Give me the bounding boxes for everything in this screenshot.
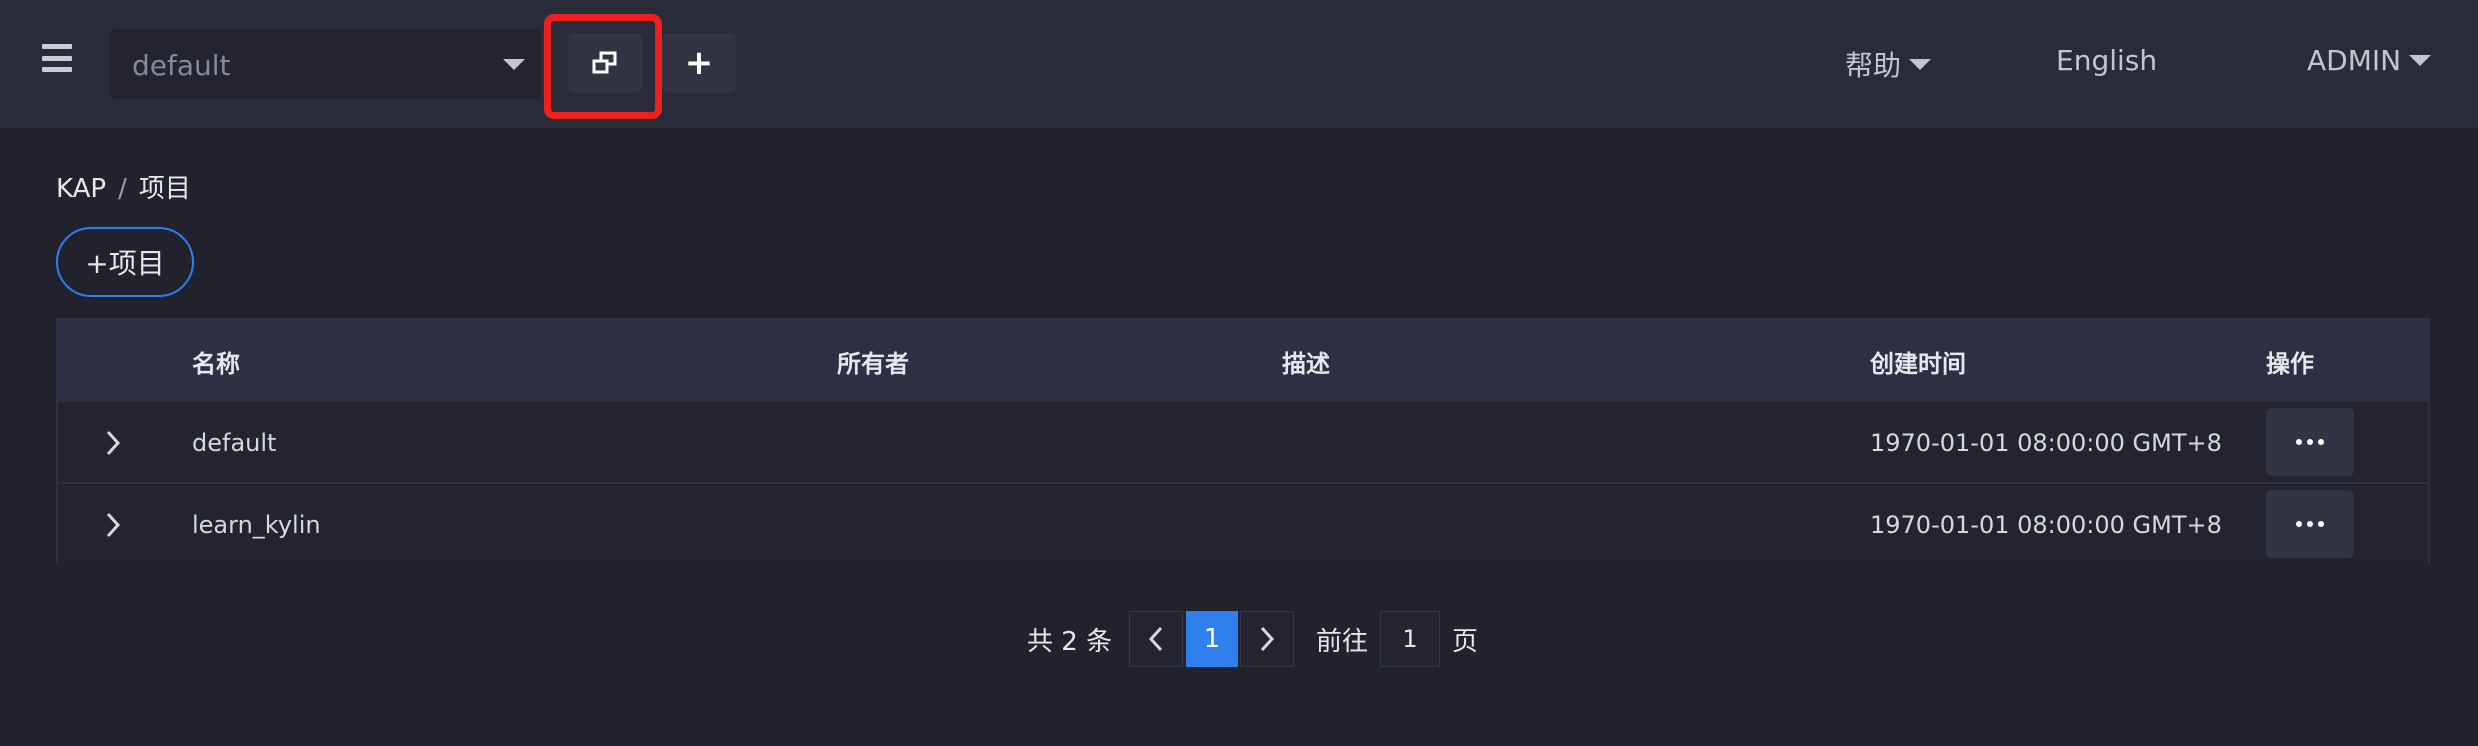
breadcrumb: KAP / 项目 bbox=[56, 168, 191, 205]
column-header-name: 名称 bbox=[192, 350, 240, 378]
row-actions-button[interactable] bbox=[2266, 408, 2354, 476]
table-row: learn_kylin 1970-01-01 08:00:00 GMT+8 bbox=[58, 482, 2428, 564]
row-created: 1970-01-01 08:00:00 GMT+8 bbox=[1870, 511, 2222, 539]
chevron-right-icon[interactable] bbox=[98, 510, 128, 540]
goto-page-input[interactable] bbox=[1380, 611, 1440, 667]
breadcrumb-root[interactable]: KAP bbox=[56, 174, 106, 204]
caret-down-icon bbox=[1909, 58, 1932, 70]
project-table: 名称 所有者 描述 创建时间 操作 default 1970-01-01 08:… bbox=[56, 318, 2430, 564]
row-actions-button[interactable] bbox=[2266, 490, 2354, 558]
chevron-right-icon[interactable] bbox=[98, 428, 128, 458]
user-label: ADMIN bbox=[2307, 44, 2402, 77]
help-label: 帮助 bbox=[1845, 49, 1902, 82]
add-project-button[interactable]: +项目 bbox=[56, 227, 194, 297]
window-switch-icon bbox=[592, 51, 617, 74]
switch-project-button[interactable] bbox=[568, 33, 642, 93]
pagination: 共 2 条 1 前往 页 bbox=[0, 611, 2478, 667]
next-page-button[interactable] bbox=[1240, 611, 1294, 667]
language-label: English bbox=[2056, 44, 2158, 77]
table-row: default 1970-01-01 08:00:00 GMT+8 bbox=[58, 400, 2428, 482]
top-navbar: default + 帮助 English ADMIN bbox=[0, 0, 2478, 128]
row-created: 1970-01-01 08:00:00 GMT+8 bbox=[1870, 429, 2222, 457]
language-switch[interactable]: English bbox=[2056, 44, 2157, 77]
column-header-created: 创建时间 bbox=[1870, 350, 1966, 378]
pagination-total: 共 2 条 bbox=[1027, 627, 1113, 657]
column-header-owner: 所有者 bbox=[837, 350, 909, 378]
project-select[interactable]: default bbox=[111, 29, 541, 99]
caret-down-icon bbox=[503, 59, 525, 70]
goto-label: 前往 bbox=[1316, 627, 1369, 657]
chevron-right-icon bbox=[1260, 626, 1275, 652]
row-name[interactable]: learn_kylin bbox=[192, 511, 321, 539]
hamburger-menu-icon[interactable] bbox=[42, 44, 72, 72]
breadcrumb-current: 项目 bbox=[138, 174, 191, 204]
row-name[interactable]: default bbox=[192, 429, 276, 457]
column-header-actions: 操作 bbox=[2266, 350, 2314, 378]
page-number-current[interactable]: 1 bbox=[1186, 611, 1238, 667]
breadcrumb-separator: / bbox=[118, 174, 127, 204]
project-select-value: default bbox=[132, 49, 231, 82]
ellipsis-icon bbox=[2296, 521, 2302, 527]
caret-down-icon bbox=[2409, 55, 2432, 66]
add-project-quick-button[interactable]: + bbox=[662, 33, 736, 93]
column-header-description: 描述 bbox=[1282, 350, 1330, 378]
ellipsis-icon bbox=[2296, 439, 2302, 445]
help-menu[interactable]: 帮助 bbox=[1845, 44, 1932, 84]
plus-icon: + bbox=[684, 43, 714, 83]
chevron-left-icon bbox=[1148, 626, 1163, 652]
user-menu[interactable]: ADMIN bbox=[2307, 44, 2432, 77]
prev-page-button[interactable] bbox=[1129, 611, 1183, 667]
page-suffix-label: 页 bbox=[1452, 627, 1479, 657]
table-header: 名称 所有者 描述 创建时间 操作 bbox=[58, 320, 2428, 400]
